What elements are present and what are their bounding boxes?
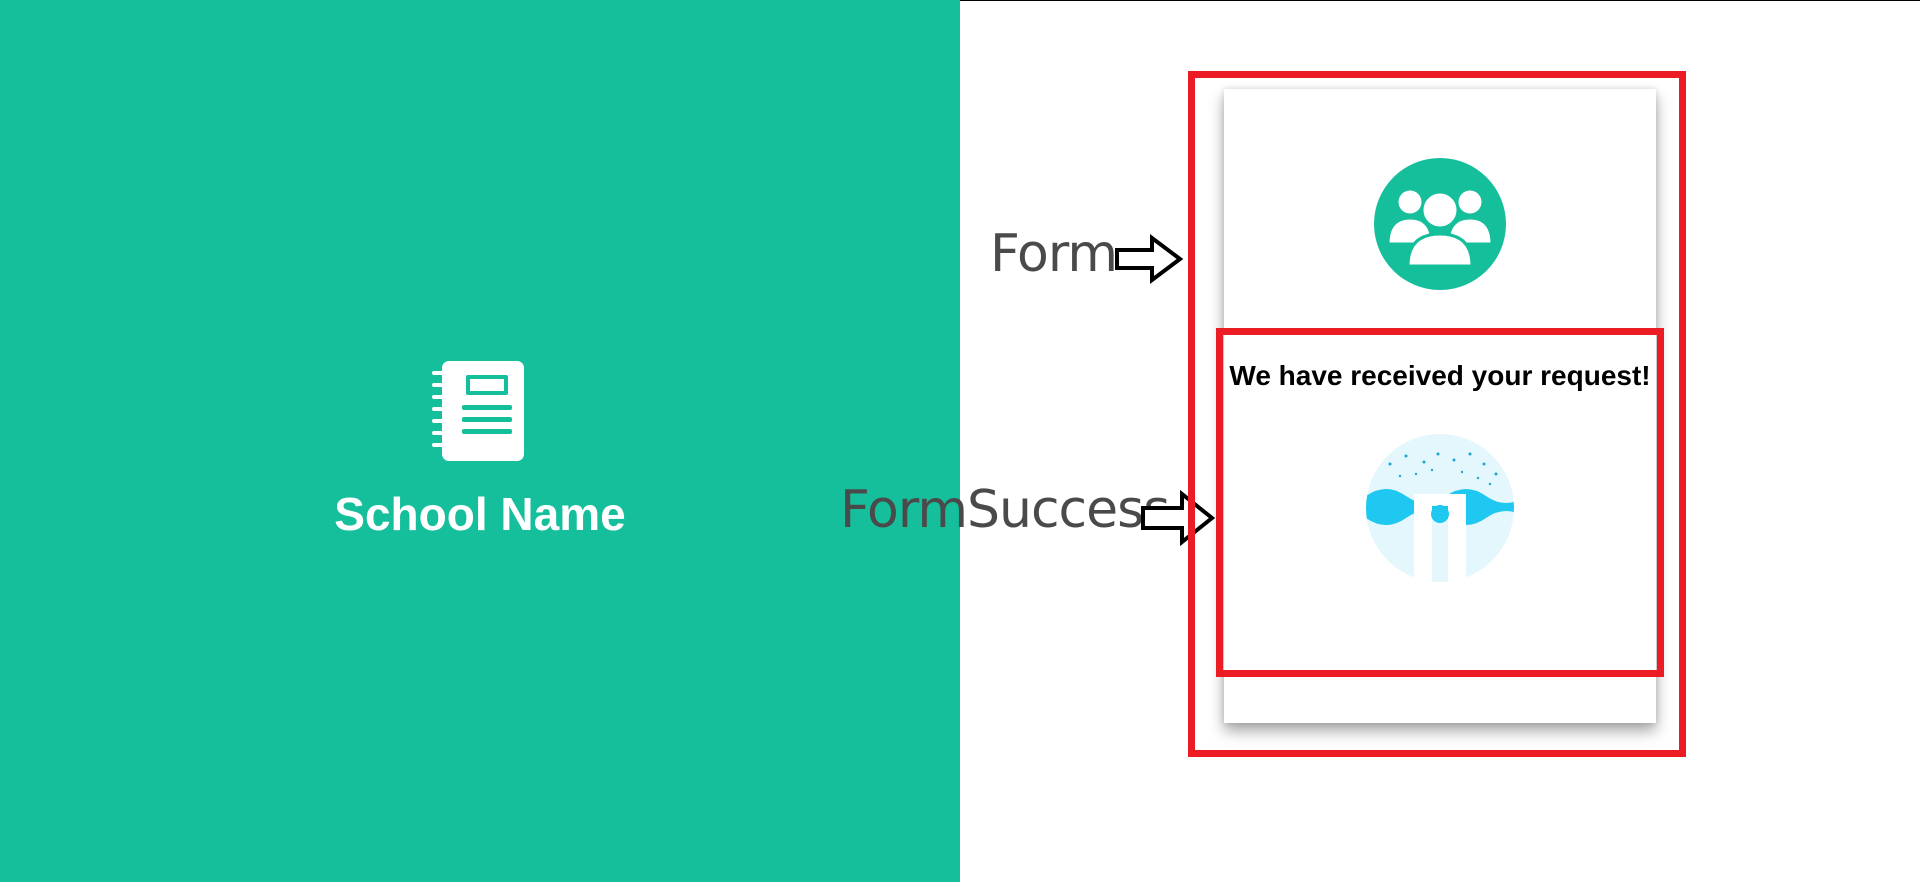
school-name: School Name bbox=[334, 488, 626, 540]
notebook-icon bbox=[432, 361, 524, 461]
users-icon bbox=[1374, 158, 1506, 290]
form-success-annotation-label: FormSuccess bbox=[840, 480, 1170, 540]
success-illustration bbox=[1366, 434, 1514, 582]
success-message: We have received your request! bbox=[1229, 360, 1651, 391]
branding-panel: School Name bbox=[0, 0, 960, 882]
form-annotation-label: Form bbox=[990, 224, 1118, 284]
right-arrow-icon bbox=[1115, 234, 1184, 284]
brand-block: School Name bbox=[0, 355, 960, 541]
